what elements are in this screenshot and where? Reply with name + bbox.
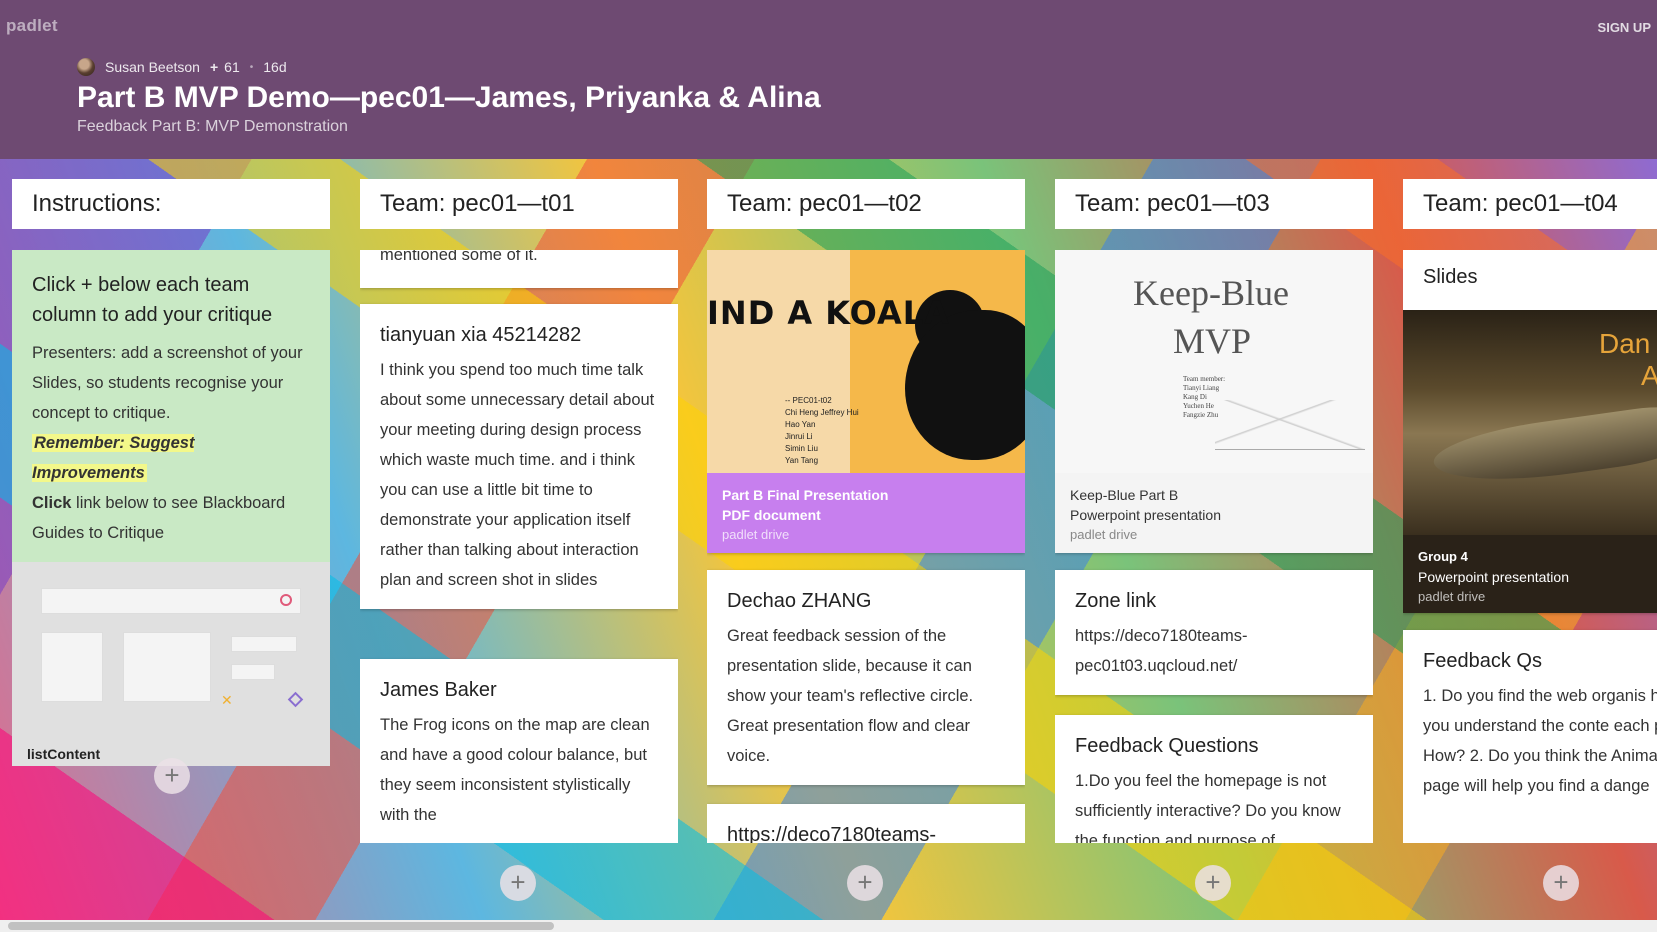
thumbnail-names: -- PEC01-t02 Chi Heng Jeffrey Hui Hao Ya… bbox=[785, 396, 859, 465]
column-header[interactable]: Team: pec01—t04 bbox=[1403, 179, 1657, 229]
column-instructions: Instructions: Click + below each team co… bbox=[12, 179, 330, 794]
thumbnail-title: Dan bbox=[1599, 328, 1651, 359]
column-team-t03: Team: pec01—t03 Keep-Blue MVP Team membe… bbox=[1055, 179, 1373, 901]
diamond-icon bbox=[287, 691, 304, 708]
slide-thumbnail: IND A KOALA -- PEC01-t02 Chi Heng Jeffre… bbox=[707, 250, 1025, 473]
thumbnail-title: IND A KOALA bbox=[707, 294, 950, 332]
column-posts: Keep-Blue MVP Team member: Tianyi Liang … bbox=[1055, 250, 1373, 843]
attachment-type: PDF document bbox=[722, 507, 821, 523]
crocodile-graphic bbox=[1430, 402, 1657, 493]
attachment-title: Group 4 bbox=[1418, 549, 1468, 564]
attachment-label: Group 4 Powerpoint presentation padlet d… bbox=[1403, 535, 1657, 613]
post-card[interactable]: tianyuan xia 45214282 I think you spend … bbox=[360, 304, 678, 609]
post-author: Feedback Questions bbox=[1075, 735, 1259, 757]
column-posts: mentioned some of it. tianyuan xia 45214… bbox=[360, 250, 678, 843]
post-body: I think you spend too much time talk abo… bbox=[380, 361, 655, 589]
attachment-preview[interactable]: ✕ listContent uq bbox=[12, 562, 330, 766]
column-team-t04: Team: pec01—t04 Slides Dan A Group 4 Pow… bbox=[1403, 179, 1657, 901]
mock-box-graphic bbox=[123, 632, 211, 702]
remember-highlight: Remember: Suggest Improvements bbox=[32, 434, 195, 482]
attachment-type: Powerpoint presentation bbox=[1070, 507, 1221, 523]
post-card[interactable]: https://deco7180teams- bbox=[707, 804, 1025, 843]
slide-thumbnail: Keep-Blue MVP Team member: Tianyi Liang … bbox=[1055, 250, 1373, 473]
avatar[interactable] bbox=[77, 58, 95, 76]
attachment-card[interactable]: Keep-Blue MVP Team member: Tianyi Liang … bbox=[1055, 250, 1373, 553]
board-meta: Susan Beetson + 61 • 16d bbox=[77, 58, 287, 76]
post-card[interactable]: James Baker The Frog icons on the map ar… bbox=[360, 659, 678, 843]
column-header[interactable]: Team: pec01—t01 bbox=[360, 179, 678, 229]
post-heading: Slides bbox=[1423, 266, 1478, 288]
attachment-type: Powerpoint presentation bbox=[1418, 569, 1569, 585]
add-post-button[interactable]: + bbox=[154, 758, 190, 794]
post-body: 1. Do you find the web organis help you … bbox=[1423, 687, 1657, 795]
post-card[interactable]: Feedback Qs 1. Do you find the web organ… bbox=[1403, 630, 1657, 843]
board-header: padlet SIGN UP Susan Beetson + 61 • 16d … bbox=[0, 0, 1657, 159]
card-body: Presenters: add a screenshot of your Sli… bbox=[32, 338, 310, 548]
add-post-button[interactable]: + bbox=[1195, 865, 1231, 901]
likes-count: 61 bbox=[224, 59, 240, 75]
slide-thumbnail: Dan A bbox=[1403, 310, 1657, 535]
mock-input-graphic bbox=[41, 588, 301, 614]
column-posts: Slides Dan A Group 4 Powerpoint presenta… bbox=[1403, 250, 1657, 843]
separator-dot: • bbox=[249, 61, 254, 73]
author-name[interactable]: Susan Beetson bbox=[105, 59, 200, 75]
post-author: https://deco7180teams- bbox=[727, 824, 937, 843]
post-author: Zone link bbox=[1075, 590, 1157, 612]
attachment-source: padlet drive bbox=[722, 527, 790, 542]
click-label: Click bbox=[32, 494, 72, 512]
post-card[interactable]: mentioned some of it. bbox=[360, 250, 678, 288]
post-link[interactable]: https://deco7180teams-pec01t03.uqcloud.n… bbox=[1075, 621, 1353, 681]
mock-box-graphic bbox=[41, 632, 103, 702]
thumbnail-subtitle: A bbox=[1641, 360, 1657, 391]
horizontal-scrollbar-thumb[interactable] bbox=[8, 922, 554, 930]
column-header[interactable]: Team: pec01—t02 bbox=[707, 179, 1025, 229]
column-header[interactable]: Team: pec01—t03 bbox=[1055, 179, 1373, 229]
add-post-button[interactable]: + bbox=[1543, 865, 1579, 901]
add-post-button[interactable]: + bbox=[500, 865, 536, 901]
attachment-title: listContent bbox=[27, 746, 101, 762]
card-heading: Click + below each team column to add yo… bbox=[32, 274, 273, 326]
column-header[interactable]: Instructions: bbox=[12, 179, 330, 229]
attachment-title: Part B Final Presentation bbox=[722, 487, 889, 503]
padlet-logo[interactable]: padlet bbox=[6, 16, 58, 36]
column-posts: IND A KOALA -- PEC01-t02 Chi Heng Jeffre… bbox=[707, 250, 1025, 843]
post-body: Great feedback session of the presentati… bbox=[727, 627, 974, 765]
circle-icon bbox=[280, 594, 292, 606]
post-card[interactable]: Zone link https://deco7180teams-pec01t03… bbox=[1055, 570, 1373, 695]
attachment-label: Keep-Blue Part B Powerpoint presentation… bbox=[1055, 473, 1373, 553]
post-body: 1.Do you feel the homepage is not suffic… bbox=[1075, 772, 1341, 843]
attachment-title: Keep-Blue Part B bbox=[1070, 487, 1179, 503]
sign-up-link[interactable]: SIGN UP bbox=[1598, 20, 1651, 35]
attachment-card[interactable]: IND A KOALA -- PEC01-t02 Chi Heng Jeffre… bbox=[707, 250, 1025, 553]
post-body: The Frog icons on the map are clean and … bbox=[380, 716, 650, 824]
post-card[interactable]: Feedback Questions 1.Do you feel the hom… bbox=[1055, 715, 1373, 843]
board-subtitle: Feedback Part B: MVP Demonstration bbox=[77, 118, 348, 135]
mock-line-graphic bbox=[231, 636, 297, 652]
column-team-t02: Team: pec01—t02 IND A KOALA -- PEC01-t02… bbox=[707, 179, 1025, 901]
cross-icon: ✕ bbox=[221, 692, 233, 708]
add-post-button[interactable]: + bbox=[847, 865, 883, 901]
mountain-graphic bbox=[1215, 400, 1365, 450]
post-author: tianyuan xia 45214282 bbox=[380, 324, 582, 346]
post-author: James Baker bbox=[380, 679, 497, 701]
mock-line-graphic bbox=[231, 664, 275, 680]
attachment-source: padlet drive bbox=[1070, 527, 1138, 542]
board-title: Part B MVP Demo—pec01—James, Priyanka & … bbox=[77, 81, 821, 114]
plus-icon: + bbox=[209, 59, 219, 75]
post-body: mentioned some of it. bbox=[380, 250, 538, 264]
attachment-card[interactable]: Slides Dan A Group 4 Powerpoint presenta… bbox=[1403, 250, 1657, 613]
column-team-t01: Team: pec01—t01 mentioned some of it. ti… bbox=[360, 179, 678, 901]
thumbnail-subtitle: MVP bbox=[1173, 321, 1252, 361]
card-paragraph: Presenters: add a screenshot of your Sli… bbox=[32, 344, 303, 422]
attachment-source: padlet drive bbox=[1418, 589, 1486, 604]
post-author: Feedback Qs bbox=[1423, 650, 1542, 672]
thumbnail-title: Keep-Blue bbox=[1133, 273, 1289, 313]
instructions-card[interactable]: Click + below each team column to add yo… bbox=[12, 250, 330, 766]
post-author: Dechao ZHANG bbox=[727, 590, 872, 612]
board-age: 16d bbox=[263, 59, 287, 75]
attachment-label: Part B Final Presentation PDF document p… bbox=[707, 473, 1025, 553]
post-card[interactable]: Dechao ZHANG Great feedback session of t… bbox=[707, 570, 1025, 785]
column-posts: Click + below each team column to add yo… bbox=[12, 250, 330, 766]
